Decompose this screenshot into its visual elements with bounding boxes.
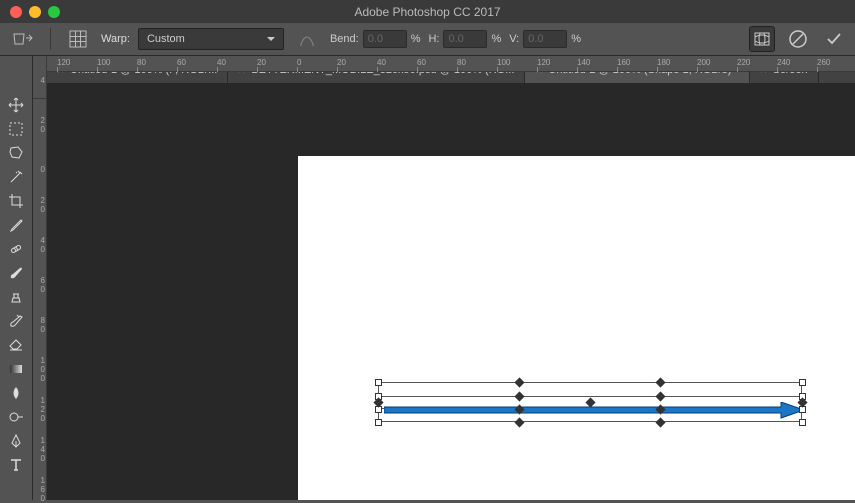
dodge-tool[interactable] xyxy=(4,406,28,428)
options-bar: Warp: Custom Bend: 0.0 % H: 0.0 % V: 0.0… xyxy=(0,23,855,56)
title-bar: Adobe Photoshop CC 2017 xyxy=(0,0,855,23)
transform-mode-icon[interactable] xyxy=(8,27,38,51)
eyedropper-tool[interactable] xyxy=(4,214,28,236)
document-canvas[interactable] xyxy=(298,156,855,500)
pct-label: % xyxy=(411,33,421,45)
crop-tool[interactable] xyxy=(4,190,28,212)
h-label: H: xyxy=(428,33,439,45)
warp-label: Warp: xyxy=(101,33,130,45)
v-label: V: xyxy=(509,33,519,45)
warp-style-select[interactable]: Custom xyxy=(138,28,284,50)
ruler-horizontal[interactable]: 1201008060402002040608010012014016018020… xyxy=(47,56,855,72)
shape-layer[interactable] xyxy=(384,402,804,422)
v-input[interactable]: 0.0 xyxy=(523,30,567,48)
eraser-tool[interactable] xyxy=(4,334,28,356)
blur-tool[interactable] xyxy=(4,382,28,404)
canvas-area[interactable]: 1201008060402002040608010012014016018020… xyxy=(47,56,855,500)
magic-wand-tool[interactable] xyxy=(4,166,28,188)
window-controls xyxy=(0,6,60,18)
handle-br[interactable] xyxy=(799,419,806,426)
healing-brush-tool[interactable] xyxy=(4,238,28,260)
pct-label: % xyxy=(571,33,581,45)
h-input[interactable]: 0.0 xyxy=(443,30,487,48)
commit-button[interactable] xyxy=(821,26,847,52)
handle-bl[interactable] xyxy=(375,419,382,426)
ruler-vertical[interactable]: 4020020406080100120140160 xyxy=(33,56,47,500)
grid-icon[interactable] xyxy=(63,27,93,51)
orientation-icon[interactable] xyxy=(292,27,322,51)
gradient-tool[interactable] xyxy=(4,358,28,380)
bend-label: Bend: xyxy=(330,33,359,45)
clone-stamp-tool[interactable] xyxy=(4,286,28,308)
separator xyxy=(50,28,51,50)
pct-label: % xyxy=(491,33,501,45)
tool-palette xyxy=(0,56,33,500)
switch-warp-button[interactable] xyxy=(749,26,775,52)
bend-field: Bend: 0.0 % xyxy=(330,30,421,48)
handle-tl[interactable] xyxy=(375,379,382,386)
cancel-button[interactable] xyxy=(785,26,811,52)
arrow-path xyxy=(384,402,804,418)
zoom-button[interactable] xyxy=(48,6,60,18)
pen-tool[interactable] xyxy=(4,430,28,452)
app-title: Adobe Photoshop CC 2017 xyxy=(354,5,500,19)
bend-input[interactable]: 0.0 xyxy=(363,30,407,48)
ruler-origin[interactable] xyxy=(33,83,47,99)
move-tool[interactable] xyxy=(4,94,28,116)
v-field: V: 0.0 % xyxy=(509,30,581,48)
h-field: H: 0.0 % xyxy=(428,30,501,48)
type-tool[interactable] xyxy=(4,454,28,476)
warp-style-value: Custom xyxy=(147,33,185,45)
lasso-tool[interactable] xyxy=(4,142,28,164)
handle-tr[interactable] xyxy=(799,379,806,386)
marquee-tool[interactable] xyxy=(4,118,28,140)
close-button[interactable] xyxy=(10,6,22,18)
brush-tool[interactable] xyxy=(4,262,28,284)
history-brush-tool[interactable] xyxy=(4,310,28,332)
minimize-button[interactable] xyxy=(29,6,41,18)
